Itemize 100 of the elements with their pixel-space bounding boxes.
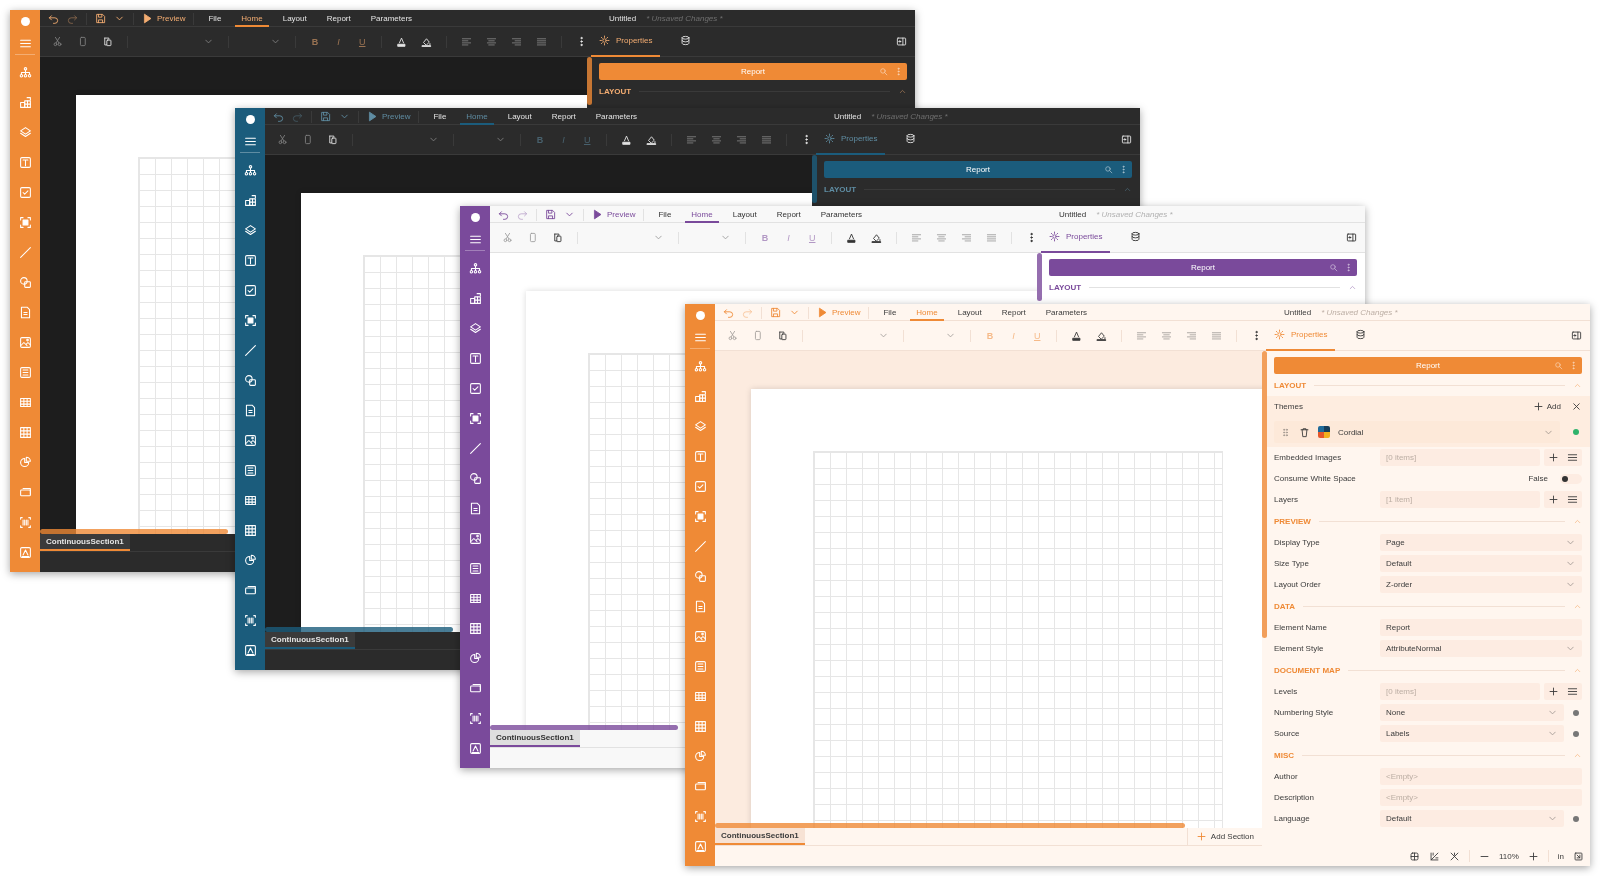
preview-button[interactable]: Preview: [367, 111, 411, 122]
font-color-icon[interactable]: [846, 232, 857, 243]
align-center-icon[interactable]: [486, 36, 497, 47]
table-icon[interactable]: [468, 591, 482, 605]
panel-toggle-icon[interactable]: [1571, 330, 1582, 341]
fill-color-icon[interactable]: [421, 36, 432, 47]
property-dropdown[interactable]: Labels: [1380, 725, 1564, 742]
label-icon[interactable]: [243, 643, 257, 657]
scrollbar[interactable]: [587, 57, 592, 105]
align-right-icon[interactable]: [961, 232, 972, 243]
paste-icon[interactable]: [777, 330, 788, 341]
theme-item[interactable]: Cordial: [1274, 421, 1560, 443]
shapes-icon[interactable]: [468, 471, 482, 485]
search-icon[interactable]: [1554, 361, 1563, 370]
align-center-icon[interactable]: [711, 134, 722, 145]
paste-icon[interactable]: [327, 134, 338, 145]
justify-icon[interactable]: [1211, 330, 1222, 341]
menu-tab[interactable]: File: [427, 108, 453, 125]
property-field[interactable]: <Empty>: [1380, 768, 1582, 785]
search-icon[interactable]: [879, 67, 888, 76]
fit-page-icon[interactable]: [1573, 850, 1584, 862]
close-icon[interactable]: [1571, 401, 1582, 412]
org-chart-icon[interactable]: [243, 163, 257, 177]
plus-icon[interactable]: [1548, 452, 1559, 463]
undo-icon[interactable]: [273, 111, 284, 122]
grid-icon[interactable]: [1408, 850, 1420, 862]
list-icon[interactable]: [1567, 452, 1578, 463]
list-icon[interactable]: [468, 561, 482, 575]
section-tab[interactable]: ContinuousSection1: [715, 828, 805, 845]
cut-icon[interactable]: [52, 36, 63, 47]
align-left-icon[interactable]: [461, 36, 472, 47]
zoom-in-icon[interactable]: [1527, 850, 1539, 862]
align-right-icon[interactable]: [511, 36, 522, 47]
menu-tab[interactable]: Layout: [726, 206, 763, 223]
justify-icon[interactable]: [986, 232, 997, 243]
copy-icon[interactable]: [77, 36, 88, 47]
scrollbar[interactable]: [1262, 351, 1267, 639]
undo-icon[interactable]: [498, 209, 509, 220]
line-icon[interactable]: [243, 343, 257, 357]
layers-icon[interactable]: [468, 321, 482, 335]
justify-icon[interactable]: [761, 134, 772, 145]
menu-tab[interactable]: Parameters: [364, 10, 419, 27]
section-tab[interactable]: ContinuousSection1: [490, 730, 580, 747]
container-icon[interactable]: [243, 313, 257, 327]
checkbox-icon[interactable]: [693, 479, 707, 493]
shapes-icon[interactable]: [243, 373, 257, 387]
object-selector[interactable]: Report: [824, 161, 1132, 178]
redo-icon[interactable]: [67, 13, 78, 24]
cut-icon[interactable]: [727, 330, 738, 341]
table-icon[interactable]: [243, 493, 257, 507]
menu-tab[interactable]: File: [652, 206, 678, 223]
menu-tab[interactable]: Layout: [951, 304, 988, 321]
menu-tab[interactable]: Report: [995, 304, 1032, 321]
menu-tab[interactable]: Parameters: [814, 206, 869, 223]
menu-tab[interactable]: Report: [320, 10, 357, 27]
textbox-icon[interactable]: [243, 253, 257, 267]
scrollbar[interactable]: [490, 725, 678, 730]
section-tab[interactable]: ContinuousSection1: [265, 632, 355, 649]
snap-lines-icon[interactable]: [1448, 850, 1460, 862]
org-chart-icon[interactable]: [468, 261, 482, 275]
toggle-switch[interactable]: [1560, 473, 1582, 484]
search-icon[interactable]: [1329, 263, 1338, 272]
checkbox-icon[interactable]: [243, 283, 257, 297]
paste-icon[interactable]: [552, 232, 563, 243]
menu-tab[interactable]: Report: [545, 108, 582, 125]
undo-icon[interactable]: [48, 13, 59, 24]
rectangle-icon[interactable]: [243, 583, 257, 597]
list-icon[interactable]: [1567, 686, 1578, 697]
align-left-icon[interactable]: [911, 232, 922, 243]
cut-icon[interactable]: [502, 232, 513, 243]
align-center-icon[interactable]: [1161, 330, 1172, 341]
fill-color-icon[interactable]: [646, 134, 657, 145]
redo-icon[interactable]: [517, 209, 528, 220]
font-color-icon[interactable]: [621, 134, 632, 145]
group-icon[interactable]: [468, 291, 482, 305]
font-color-icon[interactable]: [396, 36, 407, 47]
menu-tab[interactable]: Parameters: [589, 108, 644, 125]
fill-color-icon[interactable]: [1096, 330, 1107, 341]
property-dropdown[interactable]: AttributeNormal: [1380, 640, 1582, 657]
align-left-icon[interactable]: [686, 134, 697, 145]
document-icon[interactable]: [243, 403, 257, 417]
align-right-icon[interactable]: [1186, 330, 1197, 341]
property-field[interactable]: <Empty>: [1380, 789, 1582, 806]
add-section-button[interactable]: Add Section: [1186, 828, 1262, 845]
grid-icon[interactable]: [468, 621, 482, 635]
trash-icon[interactable]: [1299, 426, 1310, 438]
copy-icon[interactable]: [752, 330, 763, 341]
preview-button[interactable]: Preview: [142, 13, 186, 24]
property-dropdown[interactable]: Z-order: [1380, 576, 1582, 593]
document-icon[interactable]: [468, 501, 482, 515]
label-icon[interactable]: [468, 741, 482, 755]
fill-color-icon[interactable]: [871, 232, 882, 243]
plus-icon[interactable]: [1548, 686, 1559, 697]
save-icon[interactable]: [95, 13, 106, 24]
list-icon[interactable]: [1567, 494, 1578, 505]
align-left-icon[interactable]: [1136, 330, 1147, 341]
scrollbar[interactable]: [40, 529, 228, 534]
scrollbar[interactable]: [715, 823, 1186, 828]
snap-icon[interactable]: [1428, 850, 1440, 862]
scrollbar[interactable]: [1037, 253, 1042, 301]
